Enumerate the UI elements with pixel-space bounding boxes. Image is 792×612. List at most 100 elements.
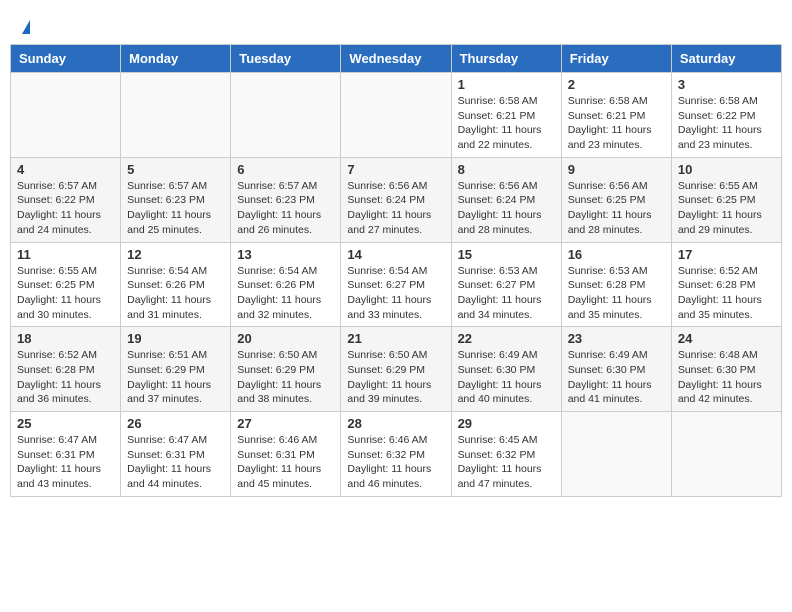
logo-triangle-icon [22, 20, 30, 34]
day-number: 24 [678, 331, 775, 346]
calendar-week-row: 11Sunrise: 6:55 AM Sunset: 6:25 PM Dayli… [11, 242, 782, 327]
day-number: 1 [458, 77, 555, 92]
day-info: Sunrise: 6:47 AM Sunset: 6:31 PM Dayligh… [127, 433, 224, 492]
column-header-tuesday: Tuesday [231, 45, 341, 73]
day-info: Sunrise: 6:54 AM Sunset: 6:26 PM Dayligh… [127, 264, 224, 323]
day-number: 20 [237, 331, 334, 346]
day-info: Sunrise: 6:56 AM Sunset: 6:25 PM Dayligh… [568, 179, 665, 238]
day-number: 4 [17, 162, 114, 177]
calendar-table: SundayMondayTuesdayWednesdayThursdayFrid… [10, 44, 782, 497]
day-info: Sunrise: 6:50 AM Sunset: 6:29 PM Dayligh… [347, 348, 444, 407]
day-info: Sunrise: 6:46 AM Sunset: 6:32 PM Dayligh… [347, 433, 444, 492]
day-number: 21 [347, 331, 444, 346]
day-info: Sunrise: 6:57 AM Sunset: 6:23 PM Dayligh… [127, 179, 224, 238]
calendar-cell: 4 Sunrise: 6:57 AM Sunset: 6:22 PM Daylig… [11, 157, 121, 242]
day-info: Sunrise: 6:47 AM Sunset: 6:31 PM Dayligh… [17, 433, 114, 492]
column-header-monday: Monday [121, 45, 231, 73]
calendar-cell: 23Sunrise: 6:49 AM Sunset: 6:30 PM Dayli… [561, 327, 671, 412]
calendar-cell: 21 Sunrise: 6:50 AM Sunset: 6:29 PM Dayli… [341, 327, 451, 412]
day-info: Sunrise: 6:45 AM Sunset: 6:32 PM Dayligh… [458, 433, 555, 492]
day-number: 18 [17, 331, 114, 346]
calendar-cell: 10 Sunrise: 6:55 AM Sunset: 6:25 PM Dayli… [671, 157, 781, 242]
day-number: 12 [127, 247, 224, 262]
calendar-cell: 27 Sunrise: 6:46 AM Sunset: 6:31 PM Dayli… [231, 412, 341, 497]
calendar-cell [561, 412, 671, 497]
calendar-cell: 7 Sunrise: 6:56 AM Sunset: 6:24 PM Daylig… [341, 157, 451, 242]
day-number: 2 [568, 77, 665, 92]
day-info: Sunrise: 6:53 AM Sunset: 6:27 PM Dayligh… [458, 264, 555, 323]
calendar-cell [341, 73, 451, 158]
calendar-cell: 3 Sunrise: 6:58 AM Sunset: 6:22 PM Daylig… [671, 73, 781, 158]
day-info: Sunrise: 6:57 AM Sunset: 6:23 PM Dayligh… [237, 179, 334, 238]
day-info: Sunrise: 6:58 AM Sunset: 6:22 PM Dayligh… [678, 94, 775, 153]
calendar-cell: 1 Sunrise: 6:58 AM Sunset: 6:21 PM Daylig… [451, 73, 561, 158]
day-info: Sunrise: 6:58 AM Sunset: 6:21 PM Dayligh… [568, 94, 665, 153]
calendar-cell: 29 Sunrise: 6:45 AM Sunset: 6:32 PM Dayli… [451, 412, 561, 497]
day-info: Sunrise: 6:57 AM Sunset: 6:22 PM Dayligh… [17, 179, 114, 238]
calendar-cell: 28 Sunrise: 6:46 AM Sunset: 6:32 PM Dayli… [341, 412, 451, 497]
calendar-cell: 15 Sunrise: 6:53 AM Sunset: 6:27 PM Dayli… [451, 242, 561, 327]
day-info: Sunrise: 6:52 AM Sunset: 6:28 PM Dayligh… [17, 348, 114, 407]
day-info: Sunrise: 6:48 AM Sunset: 6:30 PM Dayligh… [678, 348, 775, 407]
calendar-cell: 14 Sunrise: 6:54 AM Sunset: 6:27 PM Dayli… [341, 242, 451, 327]
column-header-thursday: Thursday [451, 45, 561, 73]
day-number: 7 [347, 162, 444, 177]
day-info: Sunrise: 6:46 AM Sunset: 6:31 PM Dayligh… [237, 433, 334, 492]
day-number: 29 [458, 416, 555, 431]
calendar-cell: 17Sunrise: 6:52 AM Sunset: 6:28 PM Dayli… [671, 242, 781, 327]
day-info: Sunrise: 6:54 AM Sunset: 6:26 PM Dayligh… [237, 264, 334, 323]
day-info: Sunrise: 6:55 AM Sunset: 6:25 PM Dayligh… [17, 264, 114, 323]
day-info: Sunrise: 6:50 AM Sunset: 6:29 PM Dayligh… [237, 348, 334, 407]
calendar-cell: 20 Sunrise: 6:50 AM Sunset: 6:29 PM Dayli… [231, 327, 341, 412]
calendar-cell: 13 Sunrise: 6:54 AM Sunset: 6:26 PM Dayli… [231, 242, 341, 327]
day-number: 10 [678, 162, 775, 177]
day-number: 17 [678, 247, 775, 262]
day-number: 28 [347, 416, 444, 431]
column-header-saturday: Saturday [671, 45, 781, 73]
day-number: 27 [237, 416, 334, 431]
calendar-header-row: SundayMondayTuesdayWednesdayThursdayFrid… [11, 45, 782, 73]
day-info: Sunrise: 6:56 AM Sunset: 6:24 PM Dayligh… [347, 179, 444, 238]
calendar-cell: 5Sunrise: 6:57 AM Sunset: 6:23 PM Daylig… [121, 157, 231, 242]
day-number: 22 [458, 331, 555, 346]
calendar-week-row: 18 Sunrise: 6:52 AM Sunset: 6:28 PM Dayli… [11, 327, 782, 412]
calendar-cell [11, 73, 121, 158]
day-info: Sunrise: 6:55 AM Sunset: 6:25 PM Dayligh… [678, 179, 775, 238]
day-info: Sunrise: 6:54 AM Sunset: 6:27 PM Dayligh… [347, 264, 444, 323]
day-number: 25 [17, 416, 114, 431]
logo [20, 20, 30, 34]
calendar-cell: 9 Sunrise: 6:56 AM Sunset: 6:25 PM Daylig… [561, 157, 671, 242]
day-number: 23 [568, 331, 665, 346]
calendar-week-row: 25 Sunrise: 6:47 AM Sunset: 6:31 PM Dayli… [11, 412, 782, 497]
day-number: 16 [568, 247, 665, 262]
column-header-wednesday: Wednesday [341, 45, 451, 73]
calendar-week-row: 4 Sunrise: 6:57 AM Sunset: 6:22 PM Daylig… [11, 157, 782, 242]
calendar-cell: 11Sunrise: 6:55 AM Sunset: 6:25 PM Dayli… [11, 242, 121, 327]
calendar-cell: 19 Sunrise: 6:51 AM Sunset: 6:29 PM Dayli… [121, 327, 231, 412]
calendar-cell [231, 73, 341, 158]
calendar-cell: 2 Sunrise: 6:58 AM Sunset: 6:21 PM Daylig… [561, 73, 671, 158]
day-number: 3 [678, 77, 775, 92]
day-info: Sunrise: 6:51 AM Sunset: 6:29 PM Dayligh… [127, 348, 224, 407]
day-number: 8 [458, 162, 555, 177]
calendar-cell [671, 412, 781, 497]
day-number: 19 [127, 331, 224, 346]
calendar-cell: 22Sunrise: 6:49 AM Sunset: 6:30 PM Dayli… [451, 327, 561, 412]
calendar-cell: 8 Sunrise: 6:56 AM Sunset: 6:24 PM Daylig… [451, 157, 561, 242]
day-info: Sunrise: 6:56 AM Sunset: 6:24 PM Dayligh… [458, 179, 555, 238]
day-info: Sunrise: 6:53 AM Sunset: 6:28 PM Dayligh… [568, 264, 665, 323]
day-number: 14 [347, 247, 444, 262]
day-number: 13 [237, 247, 334, 262]
day-number: 26 [127, 416, 224, 431]
column-header-sunday: Sunday [11, 45, 121, 73]
calendar-cell: 24 Sunrise: 6:48 AM Sunset: 6:30 PM Dayli… [671, 327, 781, 412]
day-number: 9 [568, 162, 665, 177]
day-number: 6 [237, 162, 334, 177]
calendar-week-row: 1 Sunrise: 6:58 AM Sunset: 6:21 PM Daylig… [11, 73, 782, 158]
column-header-friday: Friday [561, 45, 671, 73]
header [10, 10, 782, 39]
calendar-cell: 18 Sunrise: 6:52 AM Sunset: 6:28 PM Dayli… [11, 327, 121, 412]
day-info: Sunrise: 6:58 AM Sunset: 6:21 PM Dayligh… [458, 94, 555, 153]
calendar-cell: 26 Sunrise: 6:47 AM Sunset: 6:31 PM Dayli… [121, 412, 231, 497]
day-number: 15 [458, 247, 555, 262]
